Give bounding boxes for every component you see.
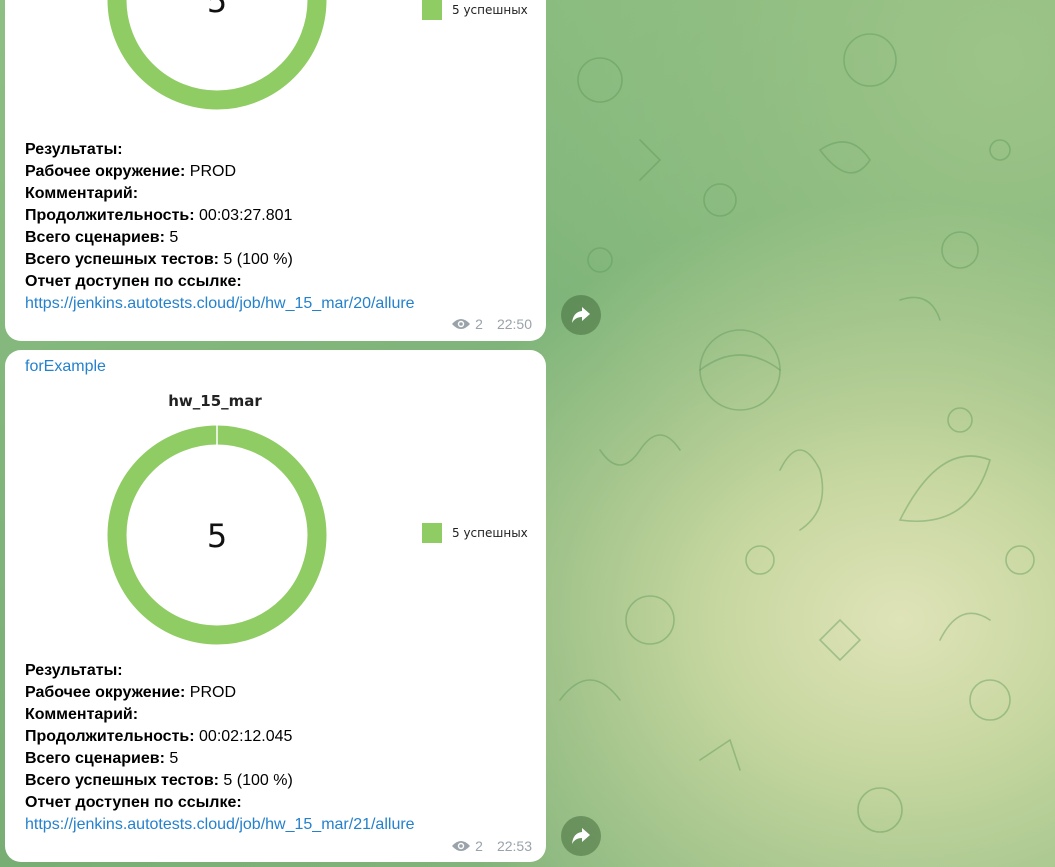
chart-legend: 5 успешных [422, 0, 528, 20]
views-eye-icon [452, 841, 471, 851]
results-heading: Результаты: [25, 662, 123, 679]
views-count: 2 [475, 316, 483, 332]
share-button[interactable] [561, 816, 601, 856]
chart-legend: 5 успешных [422, 523, 528, 543]
report-link-label: Отчет доступен по ссылке: [25, 273, 242, 290]
comment-row: Комментарий: [25, 706, 139, 723]
result-details: Результаты: Рабочее окружение: PROD Комм… [25, 139, 415, 315]
donut-chart: 5 [107, 425, 327, 645]
environment-row: Рабочее окружение: PROD [25, 163, 237, 180]
chart-center-value: 5 [207, 517, 227, 555]
scenarios-row: Всего сценариев: 5 [25, 750, 179, 767]
report-link[interactable]: https://jenkins.autotests.cloud/job/hw_1… [25, 816, 415, 833]
message-meta: 2 22:53 [451, 838, 532, 854]
views-eye-icon [452, 319, 471, 329]
message-time: 22:50 [496, 316, 532, 332]
passed-tests-row: Всего успешных тестов: 5 (100 %) [25, 772, 293, 789]
message-time: 22:53 [496, 838, 532, 854]
donut-chart: 5 [107, 0, 327, 110]
scenarios-row: Всего сценариев: 5 [25, 229, 179, 246]
report-link-label: Отчет доступен по ссылке: [25, 794, 242, 811]
message-bubble: 5 5 успешных Результаты: Рабочее окружен… [5, 0, 546, 341]
legend-swatch [422, 0, 442, 20]
report-link[interactable]: https://jenkins.autotests.cloud/job/hw_1… [25, 295, 415, 312]
duration-row: Продолжительность: 00:03:27.801 [25, 207, 293, 224]
legend-label: 5 успешных [452, 3, 528, 17]
legend-label: 5 успешных [452, 526, 528, 540]
message-meta: 2 22:50 [451, 316, 532, 332]
views-count: 2 [475, 838, 483, 854]
share-arrow-icon [572, 307, 590, 323]
message-bubble: forExample hw_15_mar 5 5 успешных Резуль… [5, 350, 546, 862]
chart-title: hw_15_mar [168, 392, 262, 410]
legend-swatch [422, 523, 442, 543]
environment-row: Рабочее окружение: PROD [25, 684, 237, 701]
comment-row: Комментарий: [25, 185, 139, 202]
result-details: Результаты: Рабочее окружение: PROD Комм… [25, 660, 415, 836]
share-arrow-icon [572, 828, 590, 844]
share-button[interactable] [561, 295, 601, 335]
duration-row: Продолжительность: 00:02:12.045 [25, 728, 293, 745]
passed-tests-row: Всего успешных тестов: 5 (100 %) [25, 251, 293, 268]
sender-name[interactable]: forExample [25, 358, 106, 376]
chart-center-value: 5 [207, 0, 227, 20]
results-heading: Результаты: [25, 141, 123, 158]
